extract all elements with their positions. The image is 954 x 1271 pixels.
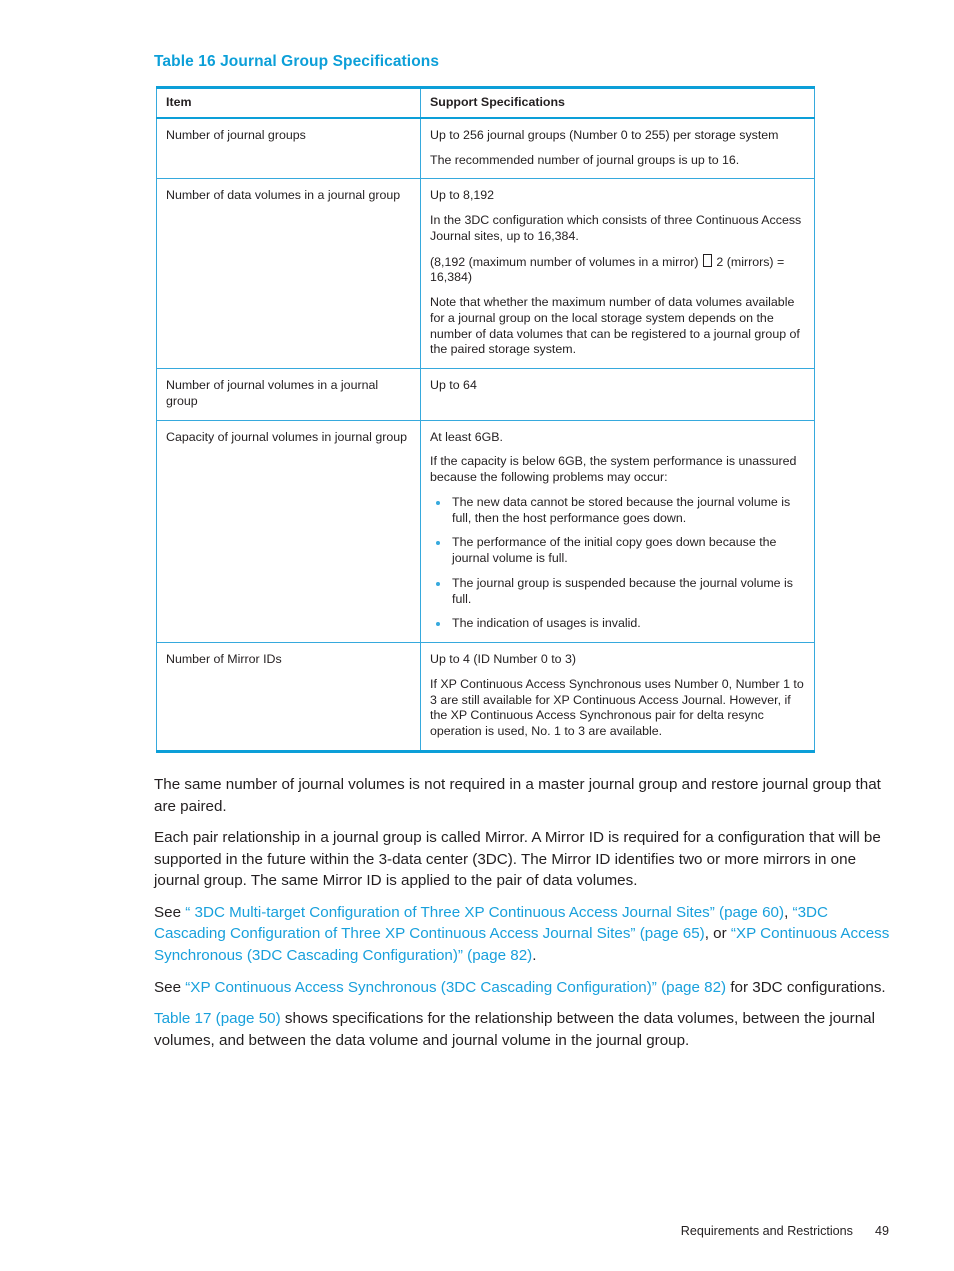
journal-group-specifications-table: Item Support Specifications Number of jo… [156,85,815,753]
see-lead-text: See [154,903,186,921]
list-item: The performance of the initial copy goes… [430,535,805,567]
spec-paragraph: If the capacity is below 6GB, the system… [430,454,797,484]
spec-paragraph-with-missing-glyph: (8,192 (maximum number of volumes in a m… [430,253,785,285]
page-footer: Requirements and Restrictions 49 [0,1224,954,1238]
footer-section-title: Requirements and Restrictions [680,1224,853,1238]
cross-reference-link-xp-ca-sync-2[interactable]: “XP Continuous Access Synchronous (3DC C… [185,979,726,996]
body-paragraph-2: Each pair relationship in a journal grou… [154,829,881,890]
cross-reference-link-3dc-multitarget[interactable]: “ 3DC Multi-target Configuration of Thre… [185,904,784,921]
table-row: Number of data volumes in a journal grou… [156,178,815,369]
row-item-label: Capacity of journal volumes in journal g… [156,420,421,643]
separator-text: , [784,903,793,921]
row-spec-cell: Up to 8,192 In the 3DC configuration whi… [420,178,815,369]
body-paragraph-1: The same number of journal volumes is no… [154,776,881,815]
row-item-label: Number of journal volumes in a journal g… [156,368,421,421]
body-paragraph-4: See “XP Continuous Access Synchronous (3… [154,977,902,999]
spec-paragraph: The recommended number of journal groups… [430,152,740,167]
trailing-text: . [532,947,537,965]
row-spec-cell: Up to 64 [420,368,815,421]
row-spec-cell: Up to 256 journal groups (Number 0 to 25… [420,117,815,180]
cross-reference-link-table-17[interactable]: Table 17 (page 50) [154,1010,281,1027]
spec-paragraph: At least 6GB. [430,429,504,444]
column-header-support-specifications: Support Specifications [420,85,815,119]
table-row: Number of journal volumes in a journal g… [156,368,815,421]
spec-paragraph: Up to 4 (ID Number 0 to 3) [430,652,576,666]
table-row: Capacity of journal volumes in journal g… [156,420,815,643]
trailing-text: for 3DC configurations. [726,978,886,996]
spec-paragraph: Note that whether the maximum number of … [430,295,800,357]
separator-text: , or [704,925,731,943]
row-spec-cell: At least 6GB. If the capacity is below 6… [420,420,815,643]
body-paragraph-5: Table 17 (page 50) shows specifications … [154,1008,902,1051]
body-text-block: The same number of journal volumes is no… [154,774,902,1051]
table-header-row: Item Support Specifications [156,85,815,119]
body-paragraph-3: See “ 3DC Multi-target Configuration of … [154,902,902,967]
list-item: The new data cannot be stored because th… [430,495,805,527]
spec-paragraph: Up to 64 [430,378,477,392]
spec-bullet-list: The new data cannot be stored because th… [430,495,805,632]
row-item-label: Number of data volumes in a journal grou… [156,178,421,369]
spec-paragraph: Up to 8,192 [430,188,495,203]
spec-paragraph: Up to 256 journal groups (Number 0 to 25… [430,127,779,142]
row-item-label: Number of journal groups [156,117,421,180]
row-spec-cell: Up to 4 (ID Number 0 to 3) If XP Continu… [420,642,815,753]
row-item-label: Number of Mirror IDs [156,642,421,753]
table-row: Number of Mirror IDs Up to 4 (ID Number … [156,642,815,753]
missing-glyph-box [702,253,712,267]
spec-paragraph: In the 3DC configuration which consists … [430,213,802,243]
footer-page-number: 49 [874,1224,889,1238]
table-caption: Table 16 Journal Group Specifications [154,53,440,70]
table-row: Number of journal groups Up to 256 journ… [156,117,815,180]
spec-paragraph: If XP Continuous Access Synchronous uses… [430,676,804,738]
column-header-item: Item [156,85,421,119]
see-lead-text: See [154,978,186,996]
table-body: Number of journal groups Up to 256 journ… [156,117,815,753]
document-page: Table 16 Journal Group Specifications It… [0,0,954,1271]
list-item: The journal group is suspended because t… [430,576,805,608]
list-item: The indication of usages is invalid. [430,616,805,632]
